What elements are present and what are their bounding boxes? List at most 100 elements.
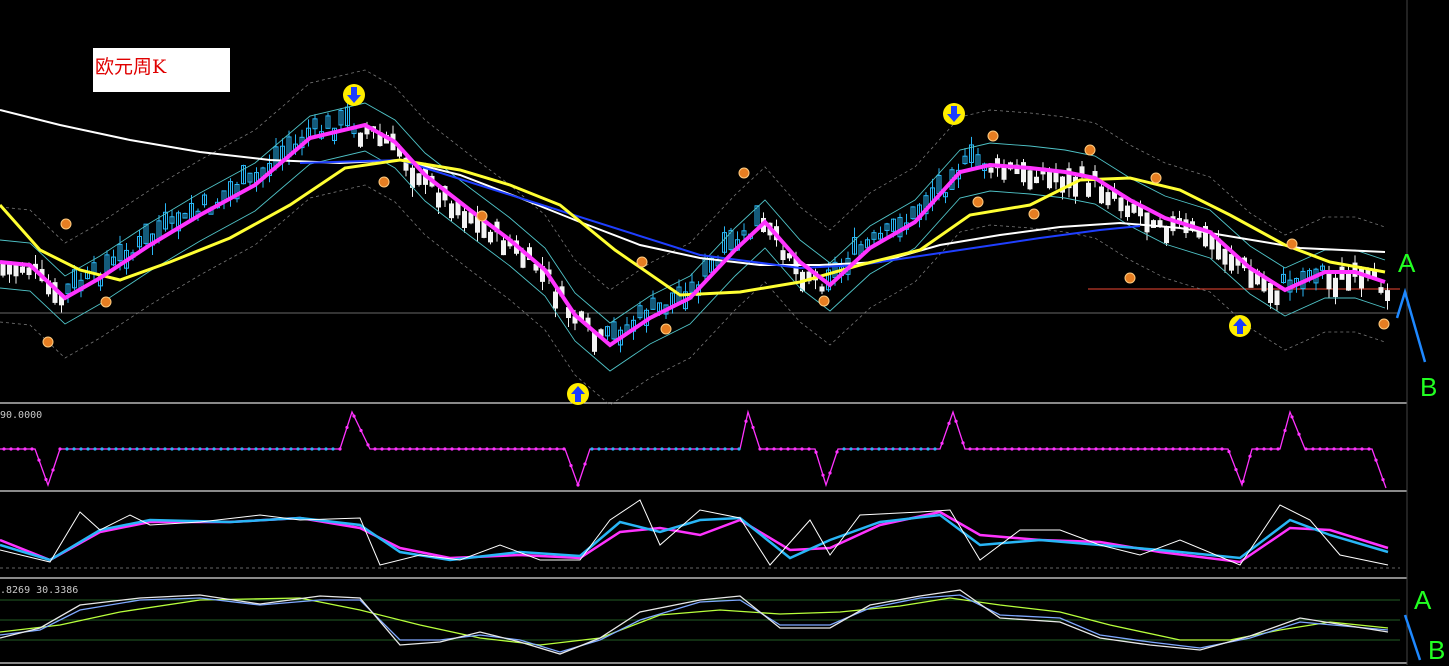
indicator-dot bbox=[863, 447, 867, 451]
indicator-dot bbox=[1304, 447, 1308, 451]
marker-dot bbox=[818, 295, 830, 307]
indicator-dot bbox=[520, 447, 524, 451]
indicator-dot bbox=[513, 447, 517, 451]
indicator-dot bbox=[884, 447, 888, 451]
indicator-dot bbox=[534, 447, 538, 451]
indicator-dot bbox=[275, 447, 279, 451]
indicator-dot bbox=[681, 447, 685, 451]
indicator-dot bbox=[219, 447, 223, 451]
indicator-dot bbox=[1073, 447, 1077, 451]
candle-body bbox=[449, 203, 454, 219]
candle-body bbox=[1268, 282, 1273, 303]
indicator-dot bbox=[1213, 447, 1217, 451]
indicator-dot bbox=[387, 447, 391, 451]
indicator-dot bbox=[625, 447, 629, 451]
indicator-dot bbox=[310, 447, 314, 451]
indicator-dot bbox=[1052, 447, 1056, 451]
marker-dot bbox=[972, 196, 984, 208]
marker-dot bbox=[42, 336, 54, 348]
indicator-dot bbox=[1024, 447, 1028, 451]
candle-body bbox=[13, 264, 19, 277]
indicator-dot bbox=[821, 473, 825, 477]
indicator-dot bbox=[800, 447, 804, 451]
indicator-dot bbox=[1164, 447, 1168, 451]
indicator-dot bbox=[779, 447, 783, 451]
indicator-dot bbox=[604, 447, 608, 451]
indicator-dot bbox=[898, 447, 902, 451]
indicator-dot bbox=[1087, 447, 1091, 451]
candle-body bbox=[1086, 182, 1091, 197]
marker-dot bbox=[60, 218, 72, 230]
indicator-dot bbox=[1171, 447, 1175, 451]
indicator-readout-2: .8269 30.3386 bbox=[0, 585, 79, 596]
indicator-dot bbox=[1346, 447, 1350, 451]
indicator-dot bbox=[156, 447, 160, 451]
chart-title: 欧元周K bbox=[95, 56, 167, 78]
indicator-dot bbox=[212, 447, 216, 451]
candle-body bbox=[1034, 176, 1039, 184]
candle-body bbox=[819, 286, 825, 292]
marker-dot bbox=[636, 256, 648, 268]
indicator-dot bbox=[1241, 479, 1245, 483]
indicator-dot bbox=[268, 447, 272, 451]
candle-body bbox=[501, 240, 506, 256]
indicator-dot bbox=[1262, 447, 1266, 451]
indicator-dot bbox=[2, 447, 6, 451]
indicator-dot bbox=[1339, 447, 1343, 451]
indicator-dot bbox=[359, 428, 363, 433]
indicator-dot bbox=[1010, 447, 1014, 451]
indicator-dot bbox=[1374, 458, 1378, 462]
indicator-dot bbox=[352, 414, 356, 418]
indicator-dot bbox=[338, 447, 342, 451]
indicator-series bbox=[0, 594, 1389, 653]
indicator-dot bbox=[1220, 447, 1224, 451]
indicator-dot bbox=[72, 447, 76, 451]
indicator-dot bbox=[142, 447, 146, 451]
marker-dot bbox=[378, 176, 390, 188]
indicator-dot bbox=[751, 425, 755, 430]
candle-body bbox=[1385, 290, 1390, 301]
indicator-dot bbox=[583, 462, 587, 466]
label-a-top: A bbox=[1398, 248, 1416, 278]
indicator-dot bbox=[282, 447, 286, 451]
indicator-series bbox=[0, 510, 1389, 564]
candle-body bbox=[1229, 254, 1234, 271]
candle-body bbox=[553, 291, 558, 309]
indicator-dot bbox=[233, 447, 237, 451]
label-b-top: B bbox=[1420, 372, 1438, 402]
indicator-dot bbox=[653, 447, 657, 451]
marker-dot bbox=[660, 323, 672, 335]
indicator-dot bbox=[58, 447, 62, 451]
indicator-dot bbox=[1255, 447, 1259, 451]
indicator-dot bbox=[331, 447, 335, 451]
indicator-dot bbox=[695, 447, 699, 451]
indicator-dot bbox=[506, 447, 510, 451]
indicator-dot bbox=[891, 447, 895, 451]
panel-separators bbox=[0, 0, 1408, 665]
indicator-dot bbox=[394, 447, 398, 451]
indicator-dot bbox=[1367, 447, 1371, 451]
indicator-dot bbox=[9, 447, 13, 451]
indicator-dot bbox=[548, 447, 552, 451]
indicator-dot bbox=[1115, 447, 1119, 451]
indicator-dot bbox=[1248, 454, 1252, 458]
indicator-dot bbox=[37, 458, 41, 462]
indicator-dot bbox=[135, 447, 139, 451]
marker-dot bbox=[1378, 318, 1390, 330]
indicator-dot bbox=[1080, 447, 1084, 451]
marker-dot bbox=[476, 210, 488, 222]
indicator-dot bbox=[457, 447, 461, 451]
candle-body bbox=[488, 231, 493, 243]
indicator-dot bbox=[16, 447, 20, 451]
indicator-dot bbox=[499, 447, 503, 451]
candle-body bbox=[1144, 212, 1150, 233]
indicator-dot bbox=[1122, 447, 1126, 451]
indicator-dot bbox=[723, 447, 727, 451]
indicator-dot bbox=[254, 447, 258, 451]
indicator-dot bbox=[1066, 447, 1070, 451]
indicator-dot bbox=[688, 447, 692, 451]
indicator-dot bbox=[247, 447, 251, 451]
indicator-dot bbox=[443, 447, 447, 451]
marker-dot bbox=[1286, 238, 1298, 250]
candle-body bbox=[780, 250, 786, 261]
